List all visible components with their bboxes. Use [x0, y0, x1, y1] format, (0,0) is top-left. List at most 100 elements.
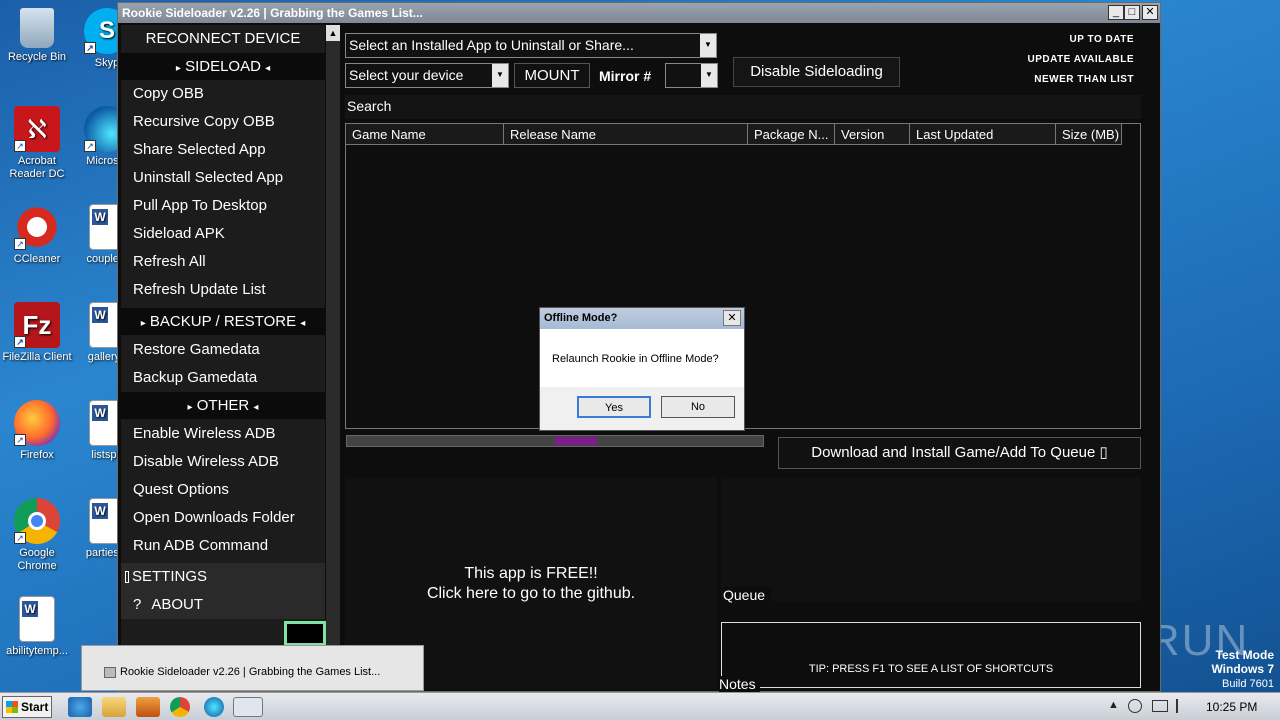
- reconnect-device-button[interactable]: RECONNECT DEVICE: [121, 25, 325, 53]
- dialog-title: Offline Mode?: [544, 312, 618, 324]
- update-available-legend: UPDATE AVAILABLE: [1027, 54, 1134, 65]
- sidebar-scrollbar[interactable]: ▲: [326, 25, 340, 645]
- taskbar-thumbnail[interactable]: Rookie Sideloader v2.26 | Grabbing the G…: [81, 645, 424, 691]
- recursive-copy-obb-button[interactable]: Recursive Copy OBB: [121, 108, 325, 136]
- minimize-button[interactable]: _: [1108, 5, 1124, 20]
- dialog-message: Relaunch Rookie in Offline Mode?: [552, 353, 719, 365]
- other-section-header: ▸ OTHER ◂: [121, 392, 325, 419]
- no-button[interactable]: No: [661, 396, 735, 418]
- settings-button[interactable]: SETTINGS: [121, 563, 325, 591]
- firefox-icon: ↗: [14, 400, 60, 446]
- test-mode-label: Test Mode: [1215, 648, 1274, 662]
- ie-icon[interactable]: [68, 697, 92, 717]
- settings-icon: [125, 571, 129, 584]
- notes-label: Notes: [719, 676, 760, 692]
- acrobat-icon: ℵ ↗: [14, 106, 60, 152]
- col-game-name[interactable]: Game Name: [346, 124, 504, 145]
- about-button[interactable]: ? ABOUT: [121, 591, 325, 619]
- open-downloads-folder-button[interactable]: Open Downloads Folder: [121, 504, 325, 532]
- installed-app-select[interactable]: Select an Installed App to Uninstall or …: [345, 33, 717, 58]
- chevron-down-icon[interactable]: ▼: [492, 64, 508, 87]
- filezilla-icon: Fz ↗: [14, 302, 60, 348]
- share-selected-app-button[interactable]: Share Selected App: [121, 136, 325, 164]
- arrow-right-icon: ▸: [187, 402, 193, 413]
- chevron-down-icon[interactable]: ▼: [701, 64, 717, 87]
- volume-icon[interactable]: [1128, 699, 1142, 713]
- dialog-body: Relaunch Rookie in Offline Mode?: [540, 329, 744, 387]
- refresh-all-button[interactable]: Refresh All: [121, 248, 325, 276]
- progress-fill: [555, 437, 597, 445]
- free-banner-line1: This app is FREE!!: [464, 565, 598, 582]
- search-field[interactable]: Search: [345, 95, 1141, 119]
- device-select[interactable]: Select your device ▼: [345, 63, 509, 88]
- network-icon[interactable]: [1152, 700, 1168, 712]
- arrow-right-icon: ▸: [175, 63, 181, 74]
- enable-wireless-adb-button[interactable]: Enable Wireless ADB: [121, 420, 325, 448]
- sidebar: RECONNECT DEVICE ▸ SIDELOAD ◂ Copy OBB R…: [121, 25, 325, 645]
- start-button[interactable]: Start: [2, 696, 52, 718]
- col-package-name[interactable]: Package N...: [748, 124, 835, 145]
- tray-expand-icon[interactable]: ▲: [1108, 699, 1119, 711]
- col-release-name[interactable]: Release Name: [504, 124, 748, 145]
- close-button[interactable]: ✕: [1142, 5, 1158, 20]
- dialog-title-bar[interactable]: Offline Mode? ✕: [540, 308, 744, 329]
- tip-text: TIP: PRESS F1 TO SEE A LIST OF SHORTCUTS: [808, 663, 1054, 675]
- desktop-icon-recycle-bin[interactable]: Recycle Bin: [0, 8, 74, 64]
- thumbnail-title: Rookie Sideloader v2.26 | Grabbing the G…: [120, 666, 381, 678]
- edge-taskbar-icon[interactable]: [204, 697, 224, 717]
- run-adb-command-button[interactable]: Run ADB Command: [121, 532, 325, 560]
- disable-wireless-adb-button[interactable]: Disable Wireless ADB: [121, 448, 325, 476]
- chrome-taskbar-icon[interactable]: [170, 697, 190, 717]
- build-label: Build 7601: [1222, 678, 1274, 690]
- maximize-button[interactable]: □: [1124, 5, 1140, 20]
- notes-box[interactable]: TIP: PRESS F1 TO SEE A LIST OF SHORTCUTS: [721, 622, 1141, 688]
- queue-list[interactable]: [721, 477, 1141, 601]
- refresh-update-list-button[interactable]: Refresh Update List: [121, 276, 325, 304]
- free-banner-line2: Click here to go to the github.: [426, 585, 636, 602]
- mirror-label: Mirror #: [599, 68, 652, 84]
- yes-button[interactable]: Yes: [577, 396, 651, 418]
- col-last-updated[interactable]: Last Updated: [910, 124, 1056, 145]
- dialog-close-icon[interactable]: ✕: [723, 310, 741, 326]
- download-install-button[interactable]: Download and Install Game/Add To Queue ▯: [778, 437, 1141, 469]
- backup-restore-section-header: ▸ BACKUP / RESTORE ◂: [121, 308, 325, 335]
- desktop-icon-abilitytemp[interactable]: W abilitytemp...: [0, 596, 74, 658]
- backup-gamedata-button[interactable]: Backup Gamedata: [121, 364, 325, 392]
- status-indicator: [284, 621, 326, 646]
- action-center-icon[interactable]: [1176, 699, 1186, 713]
- download-progress-bar: [346, 435, 764, 447]
- desktop-icon-firefox[interactable]: ↗ Firefox: [0, 400, 74, 462]
- mount-button[interactable]: MOUNT: [514, 63, 590, 88]
- window-icon: [104, 667, 116, 678]
- sideload-section-header: ▸ SIDELOAD ◂: [121, 53, 325, 80]
- word-doc-icon: W: [19, 596, 55, 642]
- arrow-left-icon: ◂: [265, 63, 271, 74]
- chrome-icon: ↗: [14, 498, 60, 544]
- disable-sideloading-button[interactable]: Disable Sideloading: [733, 57, 900, 87]
- desktop-icon-ccleaner[interactable]: ↗ CCleaner: [0, 204, 74, 266]
- title-bar[interactable]: Rookie Sideloader v2.26 | Grabbing the G…: [118, 3, 1160, 23]
- copy-obb-button[interactable]: Copy OBB: [121, 80, 325, 108]
- uninstall-selected-app-button[interactable]: Uninstall Selected App: [121, 164, 325, 192]
- desktop-icon-filezilla[interactable]: Fz ↗ FileZilla Client: [0, 302, 74, 364]
- desktop-icon-acrobat[interactable]: ℵ ↗ Acrobat Reader DC: [0, 106, 74, 181]
- desktop-icon-chrome[interactable]: ↗ Google Chrome: [0, 498, 74, 573]
- rookie-taskbar-icon[interactable]: [233, 697, 263, 717]
- chevron-down-icon[interactable]: ▼: [700, 34, 716, 57]
- col-version[interactable]: Version: [835, 124, 910, 145]
- quest-options-button[interactable]: Quest Options: [121, 476, 325, 504]
- explorer-icon[interactable]: [102, 697, 126, 717]
- sideload-apk-button[interactable]: Sideload APK: [121, 220, 325, 248]
- up-to-date-legend: UP TO DATE: [1069, 34, 1134, 45]
- clock[interactable]: 10:25 PM: [1206, 700, 1257, 714]
- scroll-up-icon[interactable]: ▲: [326, 25, 340, 41]
- recycle-bin-icon: [20, 8, 54, 48]
- pull-app-to-desktop-button[interactable]: Pull App To Desktop: [121, 192, 325, 220]
- windows-logo-icon: [6, 701, 18, 713]
- mirror-select[interactable]: ▼: [665, 63, 718, 88]
- ccleaner-icon: ↗: [14, 204, 60, 250]
- restore-gamedata-button[interactable]: Restore Gamedata: [121, 336, 325, 364]
- col-size[interactable]: Size (MB): [1056, 124, 1122, 145]
- media-player-icon[interactable]: [136, 697, 160, 717]
- newer-than-list-legend: NEWER THAN LIST: [1034, 74, 1134, 85]
